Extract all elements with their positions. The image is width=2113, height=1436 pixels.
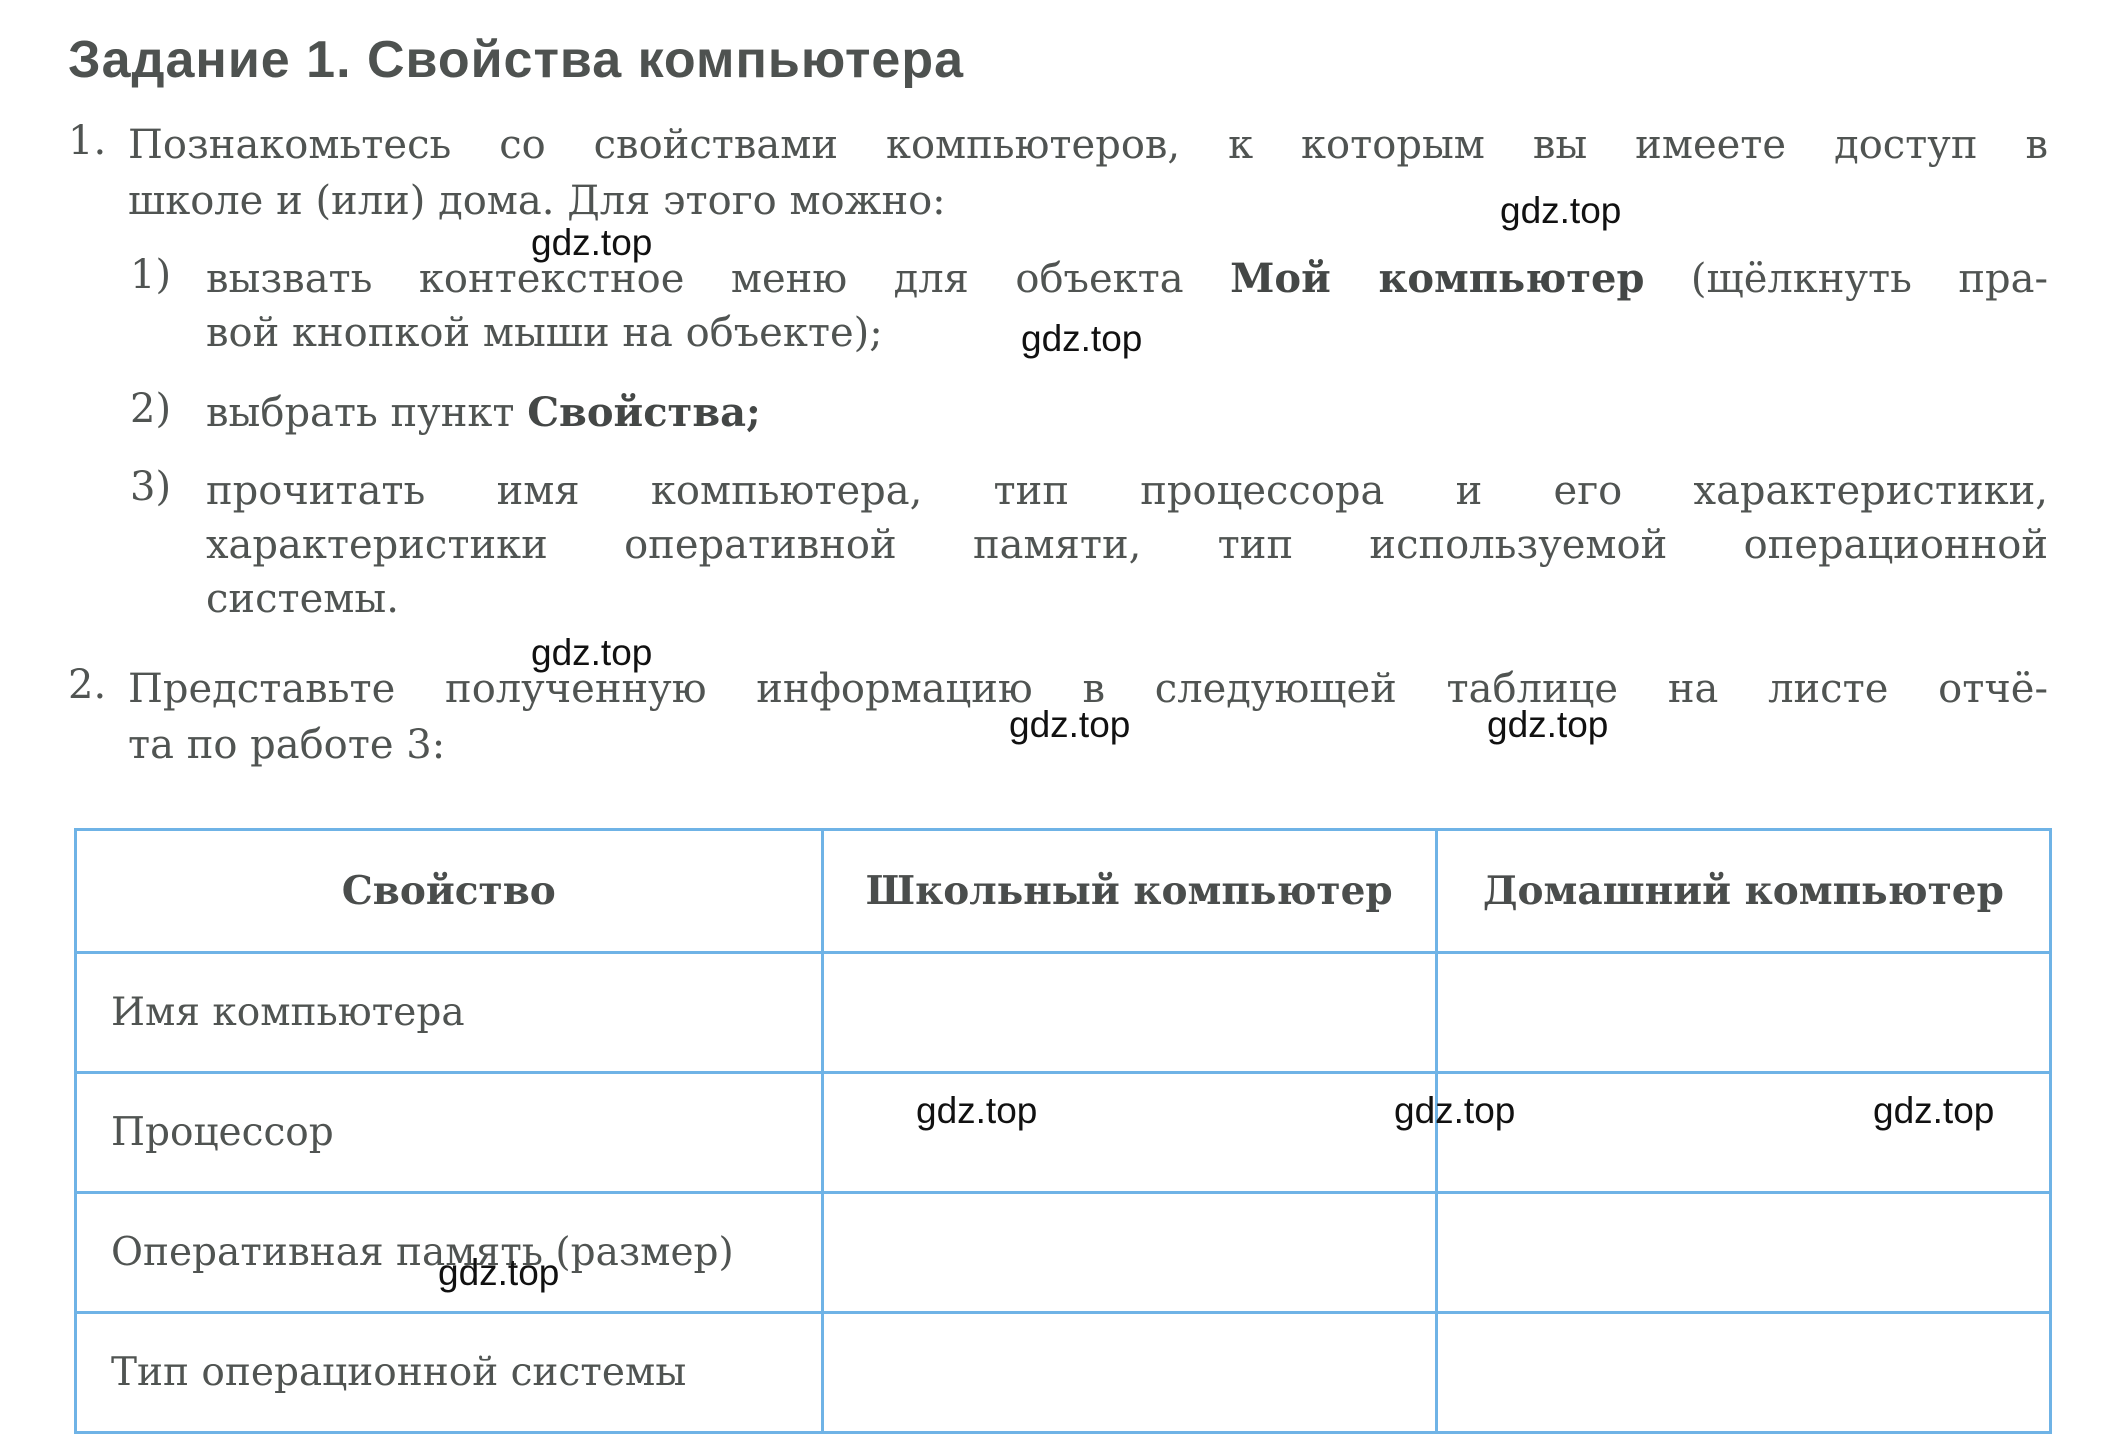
header-home-computer: Домашний компьютер xyxy=(1434,828,2053,954)
step1-line2: вой кнопкой мыши на объекте); xyxy=(206,310,883,356)
step1-text-post: (щёлкнуть пра- xyxy=(1690,256,2048,302)
step1-text: вызвать контекстное меню для объекта xyxy=(206,256,1184,302)
school-cell[interactable] xyxy=(820,951,1438,1074)
row-label: Имя компьютера xyxy=(74,951,824,1074)
watermark: gdz.top xyxy=(438,1252,560,1293)
header-school-computer: Школьный компьютер xyxy=(820,828,1438,954)
step2-number: 2) xyxy=(130,386,172,432)
watermark: gdz.top xyxy=(531,222,653,263)
watermark: gdz.top xyxy=(1500,190,1622,231)
step3-number: 3) xyxy=(130,464,172,510)
watermark: gdz.top xyxy=(916,1090,1038,1131)
step3-line2: характеристики оперативной памяти, тип и… xyxy=(206,522,2048,568)
step2-line: выбрать пункт Свойства; xyxy=(206,386,761,440)
table-row: Процессор xyxy=(74,1071,2053,1194)
task2-number: 2. xyxy=(68,662,107,708)
home-cell[interactable] xyxy=(1434,1311,2053,1434)
task1-line2: школе и (или) дома. Для этого можно: xyxy=(128,178,946,224)
page-title: Задание 1. Свойства компьютера xyxy=(68,31,965,89)
home-cell[interactable] xyxy=(1434,951,2053,1074)
task1-line1: Познакомьтесь со свойствами компьютеров,… xyxy=(128,122,2048,168)
table-row: Тип операционной системы xyxy=(74,1311,2053,1434)
watermark: gdz.top xyxy=(1009,704,1131,745)
my-computer-bold: Мой компьютер xyxy=(1230,255,1645,302)
step3-line3: системы. xyxy=(206,576,399,622)
task2-line2: та по работе 3: xyxy=(128,722,446,768)
school-cell[interactable] xyxy=(820,1191,1438,1314)
row-label: Тип операционной системы xyxy=(74,1311,824,1434)
table-row: Оперативная память (размер) xyxy=(74,1191,2053,1314)
school-cell[interactable] xyxy=(820,1071,1438,1194)
watermark: gdz.top xyxy=(1021,318,1143,359)
header-property: Свойство xyxy=(74,828,824,954)
step3-line1: прочитать имя компьютера, тип процессора… xyxy=(206,468,2048,514)
properties-table: Свойство Школьный компьютер Домашний ком… xyxy=(74,828,2053,1434)
properties-bold: Свойства xyxy=(527,389,747,436)
table-row: Имя компьютера xyxy=(74,951,2053,1074)
watermark: gdz.top xyxy=(1487,704,1609,745)
home-cell[interactable] xyxy=(1434,1191,2053,1314)
step1-number: 1) xyxy=(130,252,172,298)
school-cell[interactable] xyxy=(820,1311,1438,1434)
watermark: gdz.top xyxy=(1873,1090,1995,1131)
task1-number: 1. xyxy=(68,118,107,164)
table-header-row: Свойство Школьный компьютер Домашний ком… xyxy=(74,828,2053,954)
row-label: Процессор xyxy=(74,1071,824,1194)
watermark: gdz.top xyxy=(531,632,653,673)
step2-semicolon: ; xyxy=(746,389,761,436)
step2-text: выбрать пункт xyxy=(206,390,515,436)
watermark: gdz.top xyxy=(1394,1090,1516,1131)
step1-line1: вызвать контекстное меню для объекта Мой… xyxy=(206,252,2048,306)
